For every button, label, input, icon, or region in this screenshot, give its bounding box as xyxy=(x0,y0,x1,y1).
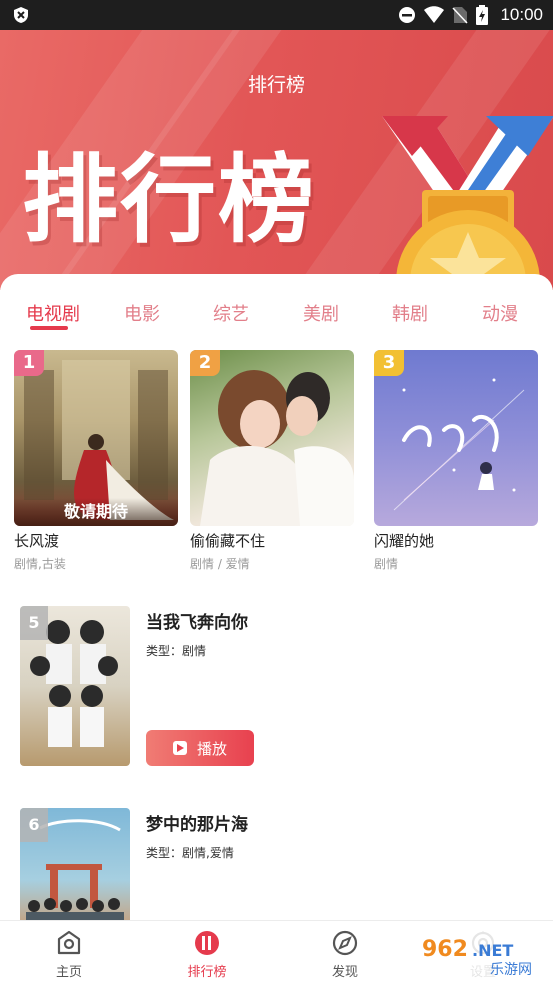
rank-badge: 2 xyxy=(190,350,220,376)
title[interactable]: 当我飞奔向你 xyxy=(146,608,248,633)
status-time: 10:00 xyxy=(500,5,543,24)
poster-art xyxy=(393,378,525,511)
list-item[interactable]: 6 梦中的那片海 类型：剧情,爱情 xyxy=(20,808,540,924)
nav-ranking[interactable]: 排行榜 xyxy=(167,929,247,980)
type-line: 类型：剧情,爱情 xyxy=(146,844,234,861)
genres: 剧情,古装 xyxy=(14,557,66,571)
page-title: 排行榜 xyxy=(247,74,305,96)
play-icon xyxy=(172,741,187,755)
type-line: 类型：剧情 xyxy=(146,642,206,659)
content-sheet: 电视剧 电影 综艺 美剧 韩剧 动漫 1 敬请期待 长风渡 剧情,古装 2 偷偷… xyxy=(0,274,553,924)
category-tabs: 电视剧 电影 综艺 美剧 韩剧 动漫 xyxy=(0,274,553,334)
do-not-disturb-icon xyxy=(399,7,416,23)
ranking-icon xyxy=(195,931,219,955)
type-value: 剧情,爱情 xyxy=(182,846,234,860)
shield-icon xyxy=(14,7,28,23)
type-label: 类型： xyxy=(146,846,183,860)
battery-charging-icon xyxy=(476,5,489,25)
poster-art xyxy=(200,370,354,526)
svg-text:.NET: .NET xyxy=(472,941,513,960)
rank-badge: 3 xyxy=(374,350,404,376)
nav-home[interactable]: 主页 xyxy=(29,929,109,980)
tab-tv-series[interactable]: 电视剧 xyxy=(26,300,80,326)
tab-anime[interactable]: 动漫 xyxy=(482,300,518,326)
banner-big-title: 排行榜 xyxy=(22,144,316,256)
nav-discover-label: 发现 xyxy=(331,965,358,980)
list-item[interactable]: 5 当我飞奔向你 类型：剧情 播放 xyxy=(20,606,540,768)
medal-icon xyxy=(382,116,553,290)
rank-badge: 5 xyxy=(20,606,48,640)
nav-discover[interactable]: 发现 xyxy=(305,929,385,980)
poster-image[interactable]: 2 xyxy=(190,350,354,526)
poster-image[interactable]: 3 xyxy=(374,350,538,526)
ranking-banner: 排行榜 排行榜 xyxy=(0,30,553,290)
poster-caption: 敬请期待 xyxy=(14,498,178,526)
title[interactable]: 长风渡 xyxy=(14,530,178,551)
genres: 剧情 / 爱情 xyxy=(190,557,250,571)
top-card-1[interactable]: 1 敬请期待 长风渡 剧情,古装 xyxy=(14,350,178,572)
rank-badge: 1 xyxy=(14,350,44,376)
genres: 剧情 xyxy=(374,557,399,571)
nav-home-label: 主页 xyxy=(55,965,82,980)
no-sim-icon xyxy=(452,7,469,24)
tab-movies[interactable]: 电影 xyxy=(124,300,160,326)
tab-variety[interactable]: 综艺 xyxy=(213,300,249,326)
play-label: 播放 xyxy=(196,739,227,758)
top-card-2[interactable]: 2 偷偷藏不住 剧情 / 爱情 xyxy=(190,350,354,572)
type-value: 剧情 xyxy=(182,644,207,658)
discover-icon xyxy=(332,930,358,956)
title[interactable]: 闪耀的她 xyxy=(374,530,538,551)
tab-korean-series[interactable]: 韩剧 xyxy=(392,300,428,326)
title[interactable]: 偷偷藏不住 xyxy=(190,530,354,551)
nav-ranking-label: 排行榜 xyxy=(187,965,227,980)
svg-text:乐游网: 乐游网 xyxy=(490,962,532,978)
watermark-logo: 962 .NET 乐游网 xyxy=(414,932,548,978)
svg-text:962: 962 xyxy=(422,937,468,962)
status-bar: 10:00 xyxy=(0,0,553,30)
tab-us-series[interactable]: 美剧 xyxy=(303,300,339,326)
active-tab-indicator xyxy=(30,326,68,330)
type-label: 类型： xyxy=(146,644,183,658)
top-card-3[interactable]: 3 闪耀的她 剧情 xyxy=(374,350,538,572)
wifi-icon xyxy=(424,6,445,23)
poster-image[interactable]: 1 敬请期待 xyxy=(14,350,178,526)
play-button[interactable]: 播放 xyxy=(146,730,254,766)
poster-image[interactable]: 5 xyxy=(20,606,130,766)
title[interactable]: 梦中的那片海 xyxy=(146,810,248,835)
home-icon xyxy=(57,930,81,955)
poster-image[interactable]: 6 xyxy=(20,808,130,924)
status-icons: 10:00 xyxy=(398,0,543,30)
rank-badge: 6 xyxy=(20,808,48,842)
